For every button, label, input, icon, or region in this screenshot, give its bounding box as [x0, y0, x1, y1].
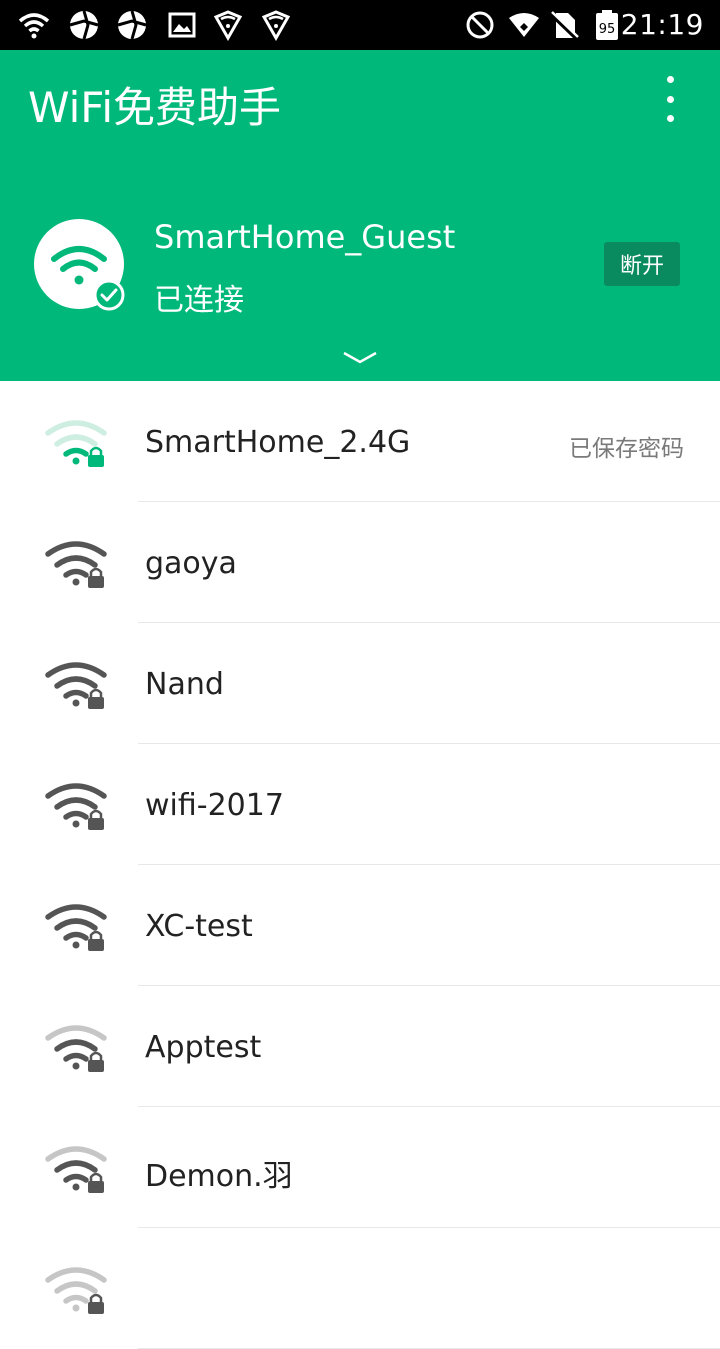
connection-status: 已连接 — [154, 283, 244, 318]
wifi-lock-icon — [45, 420, 107, 467]
check-icon — [93, 279, 125, 311]
wifi-list-item[interactable]: SmartHome_2.4G 已保存密码 — [0, 381, 720, 502]
shield-icon-2 — [261, 10, 291, 41]
do-not-disturb-icon — [466, 11, 494, 39]
dot-icon — [666, 95, 674, 103]
wifi-lock-icon — [45, 541, 107, 588]
wifi-lock-icon — [45, 783, 107, 830]
wifi-status-icon — [18, 13, 50, 39]
wifi-lock-icon — [45, 1267, 107, 1314]
battery-icon: 95 — [596, 10, 618, 40]
wifi-ssid: XC-test — [145, 909, 253, 944]
wifi-list-item[interactable] — [0, 1228, 720, 1349]
wifi-list-item[interactable]: Apptest — [0, 986, 720, 1107]
no-sim-icon — [549, 11, 579, 41]
wifi-ssid: Nand — [145, 667, 224, 702]
wifi-lock-icon — [45, 662, 107, 709]
wifi-list-item[interactable]: XC-test — [0, 865, 720, 986]
app-title: WiFi免费助手 — [28, 83, 282, 132]
wifi-list-item[interactable]: gaoya — [0, 502, 720, 623]
wifi-list-item[interactable]: Nand — [0, 623, 720, 744]
battery-level: 95 — [599, 22, 616, 37]
wifi-lock-icon — [45, 904, 107, 951]
wifi-list-item[interactable]: wifi-2017 — [0, 744, 720, 865]
disconnect-button[interactable]: 断开 — [604, 242, 680, 286]
wifi-lock-icon — [45, 1025, 107, 1072]
wifi-lock-icon — [45, 1146, 107, 1193]
wifi-ssid: Apptest — [145, 1030, 262, 1065]
header: WiFi免费助手 SmartHome_Guest 已连接 断开 — [0, 50, 720, 381]
chevron-down-icon[interactable] — [342, 350, 378, 366]
status-bar: 95 21:19 — [0, 0, 720, 50]
dot-icon — [666, 76, 674, 83]
aperture-icon — [69, 10, 99, 40]
wifi-ssid: SmartHome_2.4G — [145, 425, 411, 460]
wifi-ssid: gaoya — [145, 546, 237, 581]
aperture-icon-2 — [117, 10, 147, 40]
wifi-list-item[interactable]: Demon.羽 — [0, 1107, 720, 1228]
wifi-ssid: wifi-2017 — [145, 788, 284, 823]
wifi-network-list: SmartHome_2.4G 已保存密码 gaoya Nand wifi-2017 XC-… — [0, 381, 720, 1349]
connected-ssid: SmartHome_Guest — [154, 218, 456, 256]
image-icon — [168, 12, 196, 38]
saved-password-label: 已保存密码 — [569, 436, 684, 462]
status-time: 21:19 — [620, 8, 704, 41]
dot-icon — [666, 115, 674, 122]
shield-icon — [213, 10, 243, 41]
wifi-signal-icon — [509, 13, 539, 37]
overflow-menu-button[interactable] — [656, 76, 684, 122]
wifi-ssid: Demon.羽 — [145, 1159, 293, 1194]
